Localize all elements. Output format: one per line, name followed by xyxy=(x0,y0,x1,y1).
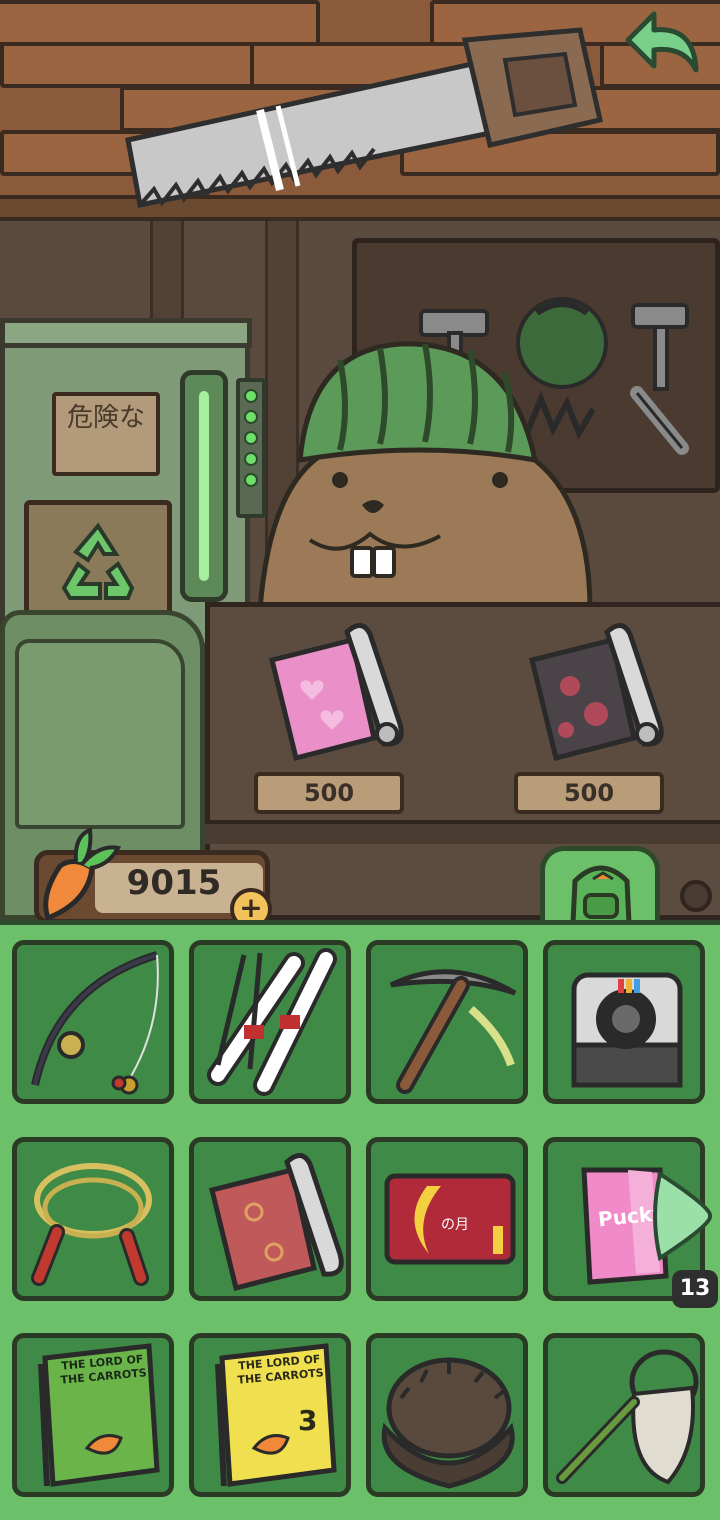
camera-icon xyxy=(571,972,683,1088)
page-count-badge: 13 xyxy=(672,1270,718,1308)
red-wallpaper-icon xyxy=(208,1153,344,1292)
recycle-box xyxy=(24,500,172,622)
inventory-slot-lord-of-the-carrots-3[interactable]: THE LORD OF THE CARROTS 3 xyxy=(189,1333,351,1497)
inventory-slot-moon-card[interactable]: の月 xyxy=(366,1137,528,1301)
carrot-icon xyxy=(43,827,122,922)
inventory-slot-pickaxe[interactable] xyxy=(366,940,528,1104)
pickaxe-icon xyxy=(389,969,517,1094)
inventory-slot-red-wallpaper[interactable] xyxy=(189,1137,351,1301)
inventory-slot-fishing-rod[interactable] xyxy=(12,940,174,1104)
knob xyxy=(680,880,712,912)
inventory-slot-bug-net[interactable] xyxy=(543,1333,705,1497)
machine-top xyxy=(0,318,252,348)
price-tag: 500 xyxy=(254,772,404,814)
saw-icon xyxy=(125,27,603,208)
inventory-slot-skis[interactable] xyxy=(189,940,351,1104)
sakura-wallpaper-icon xyxy=(528,623,664,762)
inventory-slot-jump-rope[interactable] xyxy=(12,1137,174,1301)
back-arrow-icon[interactable] xyxy=(618,10,702,82)
inventory-slot-fur-hat[interactable] xyxy=(366,1333,528,1497)
inventory-slot-camera[interactable] xyxy=(543,940,705,1104)
counter-edge xyxy=(205,820,720,844)
pink-wallpaper-icon xyxy=(268,623,404,762)
next-page-arrow-icon[interactable] xyxy=(652,1168,714,1264)
book-volume: 3 xyxy=(298,1404,318,1437)
shop-scene: 危険な 500 500 xyxy=(0,0,720,920)
fishing-rod-icon xyxy=(31,951,159,1095)
price-tag: 500 xyxy=(514,772,664,814)
beaver-shopkeeper[interactable] xyxy=(250,340,600,610)
glow-tube xyxy=(180,370,228,602)
skis-icon xyxy=(207,948,337,1096)
bug-net-icon xyxy=(556,1349,699,1485)
jump-rope-icon xyxy=(31,1163,152,1286)
recycle-icon xyxy=(61,522,135,600)
inventory-slot-lord-of-the-carrots[interactable]: THE LORD OF THE CARROTS xyxy=(12,1333,174,1497)
fur-hat-icon xyxy=(381,1357,515,1489)
moon-card-label: の月 xyxy=(441,1217,469,1233)
shop-item-pink-wallpaper[interactable] xyxy=(262,620,412,770)
shop-item-sakura-wallpaper[interactable] xyxy=(522,620,672,770)
danger-sign: 危険な xyxy=(52,392,160,476)
